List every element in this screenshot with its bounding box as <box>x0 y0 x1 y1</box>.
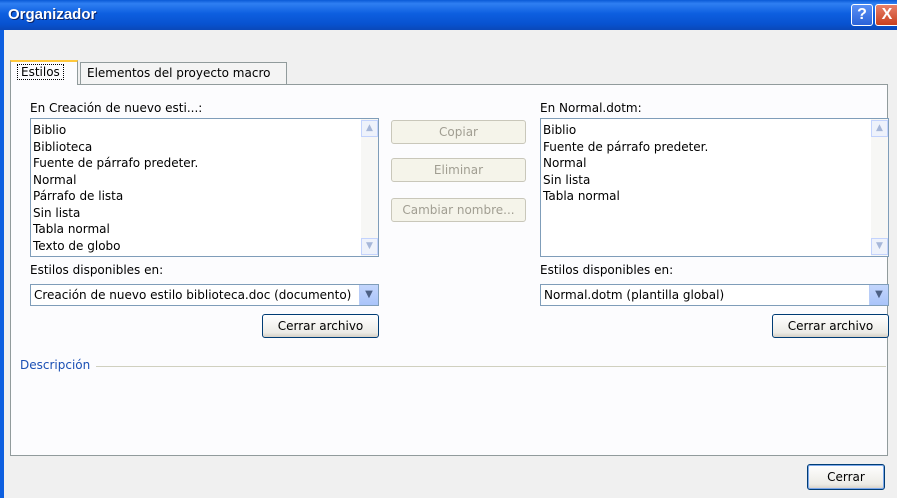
chevron-down-icon[interactable]: ▼ <box>869 285 888 305</box>
scroll-down-icon[interactable]: ▼ <box>871 238 888 255</box>
list-item[interactable]: Normal <box>543 155 708 172</box>
list-item[interactable]: Biblio <box>543 122 708 139</box>
close-window-button[interactable]: X <box>875 4 897 26</box>
list-item[interactable]: Normal <box>33 172 198 189</box>
right-available-label: Estilos disponibles en: <box>540 263 674 277</box>
window-border <box>0 30 4 498</box>
tab-elementos-proyecto-macro[interactable]: Elementos del proyecto macro <box>80 62 287 84</box>
right-styles-items: Biblio Fuente de párrafo predeter. Norma… <box>543 122 708 205</box>
close-button[interactable]: Cerrar <box>807 464 885 490</box>
left-available-label: Estilos disponibles en: <box>30 263 164 277</box>
list-item[interactable]: Tabla normal <box>33 221 198 238</box>
list-item[interactable]: Fuente de párrafo predeter. <box>33 155 198 172</box>
left-scrollbar[interactable]: ▲ ▼ <box>361 119 378 256</box>
scroll-up-icon[interactable]: ▲ <box>871 120 888 137</box>
help-button[interactable]: ? <box>851 4 873 26</box>
chevron-down-icon[interactable]: ▼ <box>359 285 378 305</box>
left-available-select[interactable]: Creación de nuevo estilo biblioteca.doc … <box>30 284 379 306</box>
window-title: Organizador <box>8 6 97 23</box>
left-available-value: Creación de nuevo estilo biblioteca.doc … <box>34 288 352 302</box>
list-item[interactable]: Párrafo de lista <box>33 188 198 205</box>
right-close-file-button[interactable]: Cerrar archivo <box>772 314 889 338</box>
scroll-up-icon[interactable]: ▲ <box>361 120 378 137</box>
right-styles-list[interactable]: Biblio Fuente de párrafo predeter. Norma… <box>540 118 889 257</box>
delete-button[interactable]: Eliminar <box>391 158 526 182</box>
scroll-down-icon[interactable]: ▼ <box>361 238 378 255</box>
list-item[interactable]: Fuente de párrafo predeter. <box>543 139 708 156</box>
description-label: Descripción <box>20 358 97 372</box>
right-available-select[interactable]: Normal.dotm (plantilla global) ▼ <box>540 284 889 306</box>
title-bar: Organizador ? X <box>0 0 897 30</box>
left-styles-items: Biblio Biblioteca Fuente de párrafo pred… <box>33 122 198 254</box>
tab-estilos[interactable]: Estilos <box>10 60 78 85</box>
list-item[interactable]: Sin lista <box>33 205 198 222</box>
list-item[interactable]: Sin lista <box>543 172 708 189</box>
rename-button[interactable]: Cambiar nombre... <box>391 198 526 222</box>
right-list-label: En Normal.dotm: <box>540 101 642 115</box>
list-item[interactable]: Tabla normal <box>543 188 708 205</box>
description-divider <box>20 366 886 367</box>
right-available-value: Normal.dotm (plantilla global) <box>544 288 725 302</box>
list-item[interactable]: Biblioteca <box>33 139 198 156</box>
list-item[interactable]: Texto de globo <box>33 238 198 255</box>
left-list-label: En Creación de nuevo esti...: <box>30 101 203 115</box>
organizer-dialog: Organizador ? X Estilos Elementos del pr… <box>0 0 897 498</box>
list-item[interactable]: Biblio <box>33 122 198 139</box>
copy-button[interactable]: Copiar <box>391 120 526 144</box>
right-scrollbar[interactable]: ▲ ▼ <box>871 119 888 256</box>
left-close-file-button[interactable]: Cerrar archivo <box>262 314 379 338</box>
left-styles-list[interactable]: Biblio Biblioteca Fuente de párrafo pred… <box>30 118 379 257</box>
